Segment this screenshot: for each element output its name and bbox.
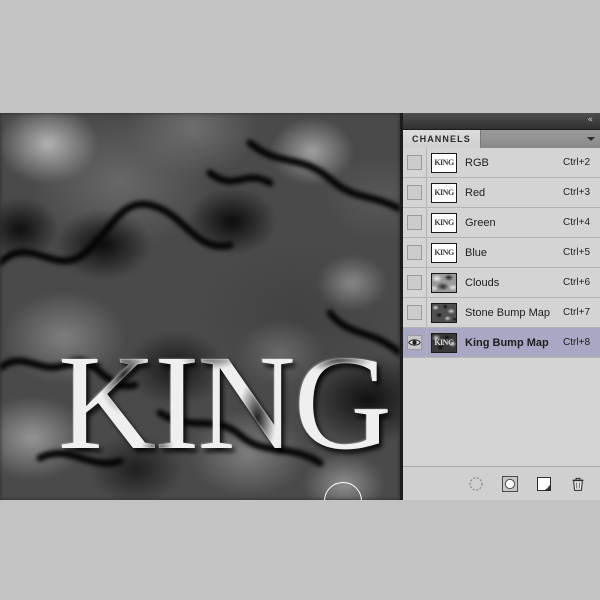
new-channel-icon[interactable] — [536, 476, 552, 492]
eye-slot-empty[interactable] — [407, 185, 422, 200]
channel-name: King Bump Map — [465, 336, 549, 349]
canvas-artwork-text-cracks: KING — [58, 328, 390, 478]
channel-row[interactable]: KING Red Ctrl+3 — [403, 177, 600, 208]
channel-row[interactable]: Clouds Ctrl+6 — [403, 267, 600, 298]
channel-row[interactable]: KING Green Ctrl+4 — [403, 207, 600, 238]
channel-visibility-toggle[interactable] — [403, 327, 427, 358]
channel-thumbnail-label — [432, 304, 456, 322]
channel-row[interactable]: KING RGB Ctrl+2 — [403, 148, 600, 178]
channel-shortcut: Ctrl+5 — [563, 247, 590, 258]
channel-shortcut: Ctrl+6 — [563, 277, 590, 288]
channel-thumbnail[interactable]: KING — [431, 212, 457, 233]
channel-thumbnail[interactable]: KING — [431, 332, 457, 353]
channel-thumbnail-label: KING — [434, 158, 454, 167]
channel-name: Stone Bump Map — [465, 306, 550, 319]
eye-slot-empty[interactable] — [407, 245, 422, 260]
delete-channel-icon[interactable] — [570, 476, 586, 492]
channel-shortcut: Ctrl+4 — [563, 217, 590, 228]
panel-title-bar: « — [403, 113, 600, 130]
channel-thumbnail-label — [432, 274, 456, 292]
tab-channels[interactable]: CHANNELS — [403, 130, 481, 148]
channel-visibility-toggle[interactable] — [403, 297, 427, 328]
document-canvas[interactable]: KING KING — [0, 113, 400, 500]
channel-visibility-toggle[interactable] — [403, 237, 427, 268]
channel-row[interactable]: Stone Bump Map Ctrl+7 — [403, 297, 600, 328]
channel-visibility-toggle[interactable] — [403, 267, 427, 298]
channel-shortcut: Ctrl+8 — [563, 337, 590, 348]
load-channel-as-selection-icon[interactable] — [468, 476, 484, 492]
channel-shortcut: Ctrl+7 — [563, 307, 590, 318]
eye-slot-empty[interactable] — [407, 275, 422, 290]
channel-name: Blue — [465, 246, 488, 259]
app-root: KING KING « CHANNELS KING RGB Ctrl+2 KING Re… — [0, 0, 600, 600]
channel-thumbnail-label: KING — [434, 188, 454, 197]
channel-visibility-toggle[interactable] — [403, 207, 427, 238]
channel-name: RGB — [465, 156, 489, 169]
channel-thumbnail[interactable] — [431, 272, 457, 293]
channel-name: Clouds — [465, 276, 500, 289]
channel-thumbnail[interactable]: KING — [431, 182, 457, 203]
channel-list: KING RGB Ctrl+2 KING Red Ctrl+3 KING Green Ctrl+… — [403, 148, 600, 466]
channel-thumbnail[interactable]: KING — [431, 152, 457, 173]
channel-row[interactable]: KING King Bump Map Ctrl+8 — [403, 327, 600, 358]
channel-thumbnail-label: KING — [434, 218, 454, 227]
panel-footer — [403, 466, 600, 500]
channel-name: Green — [465, 216, 496, 229]
channel-thumbnail[interactable]: KING — [431, 242, 457, 263]
eye-slot-empty[interactable] — [407, 305, 422, 320]
panel-menu-icon[interactable] — [587, 137, 595, 141]
channel-shortcut: Ctrl+2 — [563, 157, 590, 168]
panel-tab-bar: CHANNELS — [403, 130, 600, 149]
channel-visibility-toggle[interactable] — [403, 148, 427, 178]
channel-shortcut: Ctrl+3 — [563, 187, 590, 198]
eye-slot-empty[interactable] — [407, 215, 422, 230]
tab-channels-label: CHANNELS — [412, 134, 471, 144]
channel-name: Red — [465, 186, 486, 199]
channel-visibility-toggle[interactable] — [403, 177, 427, 208]
channel-thumbnail[interactable] — [431, 302, 457, 323]
channels-panel: « CHANNELS KING RGB Ctrl+2 KING Red Ctrl+3 KIN… — [400, 113, 600, 500]
channel-thumbnail-label: KING — [434, 338, 454, 347]
save-selection-as-channel-icon[interactable] — [502, 475, 518, 492]
collapse-to-icons-icon[interactable]: « — [587, 116, 592, 125]
eye-slot-empty[interactable] — [407, 155, 422, 170]
channel-thumbnail-label: KING — [434, 248, 454, 257]
eye-icon[interactable] — [407, 335, 422, 350]
channel-row[interactable]: KING Blue Ctrl+5 — [403, 237, 600, 268]
